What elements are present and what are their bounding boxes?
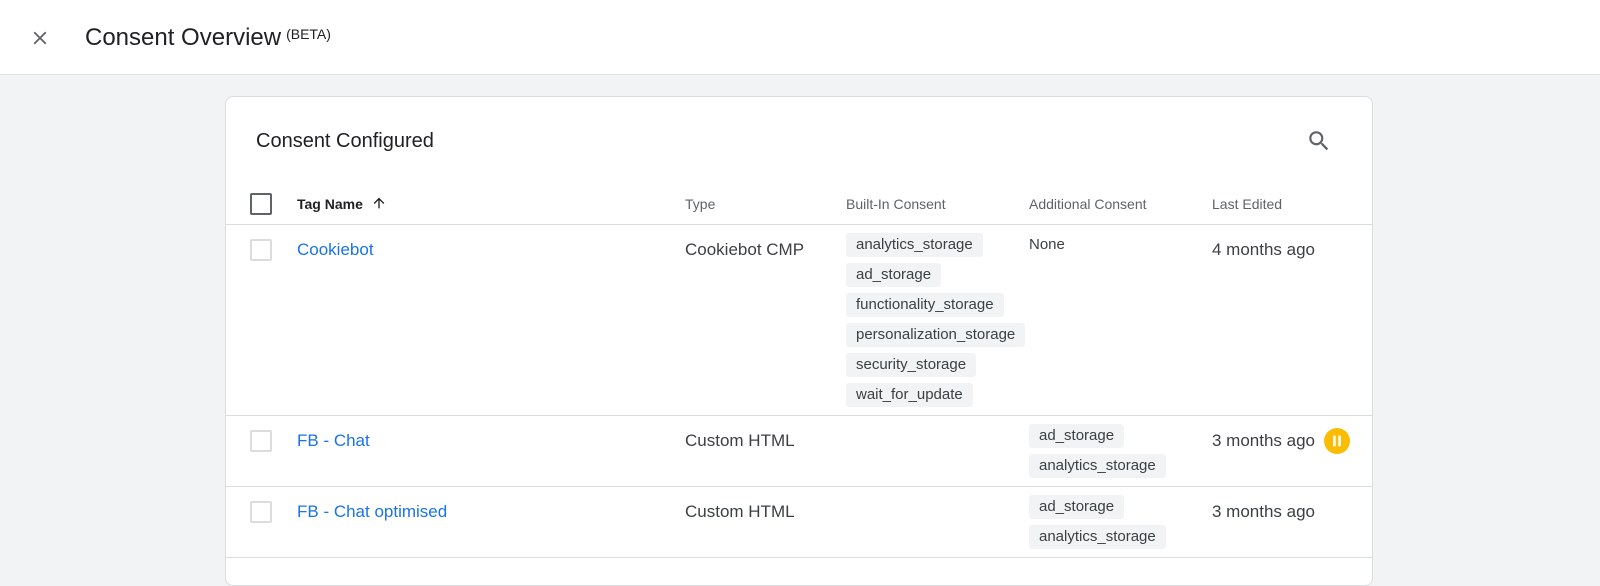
close-button[interactable] (24, 22, 56, 54)
tag-type: Cookiebot CMP (685, 240, 805, 259)
consent-chip: wait_for_update (846, 383, 973, 407)
consent-chip: ad_storage (846, 263, 942, 287)
tag-type: Custom HTML (685, 502, 795, 521)
last-edited: 4 months ago (1212, 240, 1316, 259)
column-header-type[interactable]: Type (685, 195, 715, 213)
tag-name-link[interactable]: Cookiebot (297, 237, 374, 262)
beta-badge: (BETA) (286, 26, 331, 42)
page-title-text: Consent Overview (85, 24, 282, 51)
built-in-consent-list: analytics_storage ad_storage functionali… (846, 233, 1026, 413)
column-header-last-edited[interactable]: Last Edited (1212, 195, 1282, 213)
consent-chip: analytics_storage (1029, 525, 1166, 549)
select-all-checkbox[interactable] (250, 193, 272, 215)
tag-type: Custom HTML (685, 431, 795, 450)
table-row: FB - Chat Custom HTML ad_storage analyti… (226, 416, 1372, 487)
last-edited: 3 months ago (1212, 431, 1316, 450)
additional-consent-none: None (1029, 236, 1065, 253)
page-title: Consent Overview (BETA) (85, 22, 331, 54)
consent-chip: ad_storage (1029, 424, 1125, 448)
column-header-additional-consent[interactable]: Additional Consent (1029, 195, 1147, 213)
table-row: FB - Chat optimised Custom HTML ad_stora… (226, 487, 1372, 558)
additional-consent-list: ad_storage analytics_storage (1029, 495, 1166, 555)
row-checkbox[interactable] (250, 430, 272, 452)
consent-chip: functionality_storage (846, 293, 1004, 317)
additional-consent-list: ad_storage analytics_storage (1029, 424, 1166, 484)
tag-name-link[interactable]: FB - Chat optimised (297, 499, 447, 524)
search-button[interactable] (1303, 125, 1335, 157)
row-checkbox[interactable] (250, 239, 272, 261)
table-header: Tag Name Type Built-In Consent Additiona… (226, 183, 1372, 225)
paused-icon[interactable] (1324, 428, 1350, 454)
top-bar: Consent Overview (BETA) (0, 0, 1600, 75)
search-icon[interactable] (1306, 128, 1332, 154)
column-header-tag-name-label: Tag Name (297, 196, 363, 212)
consent-chip: ad_storage (1029, 495, 1125, 519)
card-title: Consent Configured (256, 130, 434, 152)
column-header-tag-name[interactable]: Tag Name (297, 195, 387, 213)
consent-chip: analytics_storage (846, 233, 983, 257)
consent-configured-card: Consent Configured Tag Name Type Built-I… (225, 96, 1373, 586)
table-row: Cookiebot Cookiebot CMP analytics_storag… (226, 225, 1372, 416)
consent-chip: security_storage (846, 353, 977, 377)
column-header-built-in-consent[interactable]: Built-In Consent (846, 195, 946, 213)
tag-name-link[interactable]: FB - Chat (297, 428, 370, 453)
row-checkbox[interactable] (250, 501, 272, 523)
consent-chip: analytics_storage (1029, 454, 1166, 478)
arrow-up-icon[interactable] (371, 195, 387, 211)
close-icon[interactable] (29, 27, 51, 49)
last-edited: 3 months ago (1212, 502, 1316, 521)
consent-chip: personalization_storage (846, 323, 1026, 347)
